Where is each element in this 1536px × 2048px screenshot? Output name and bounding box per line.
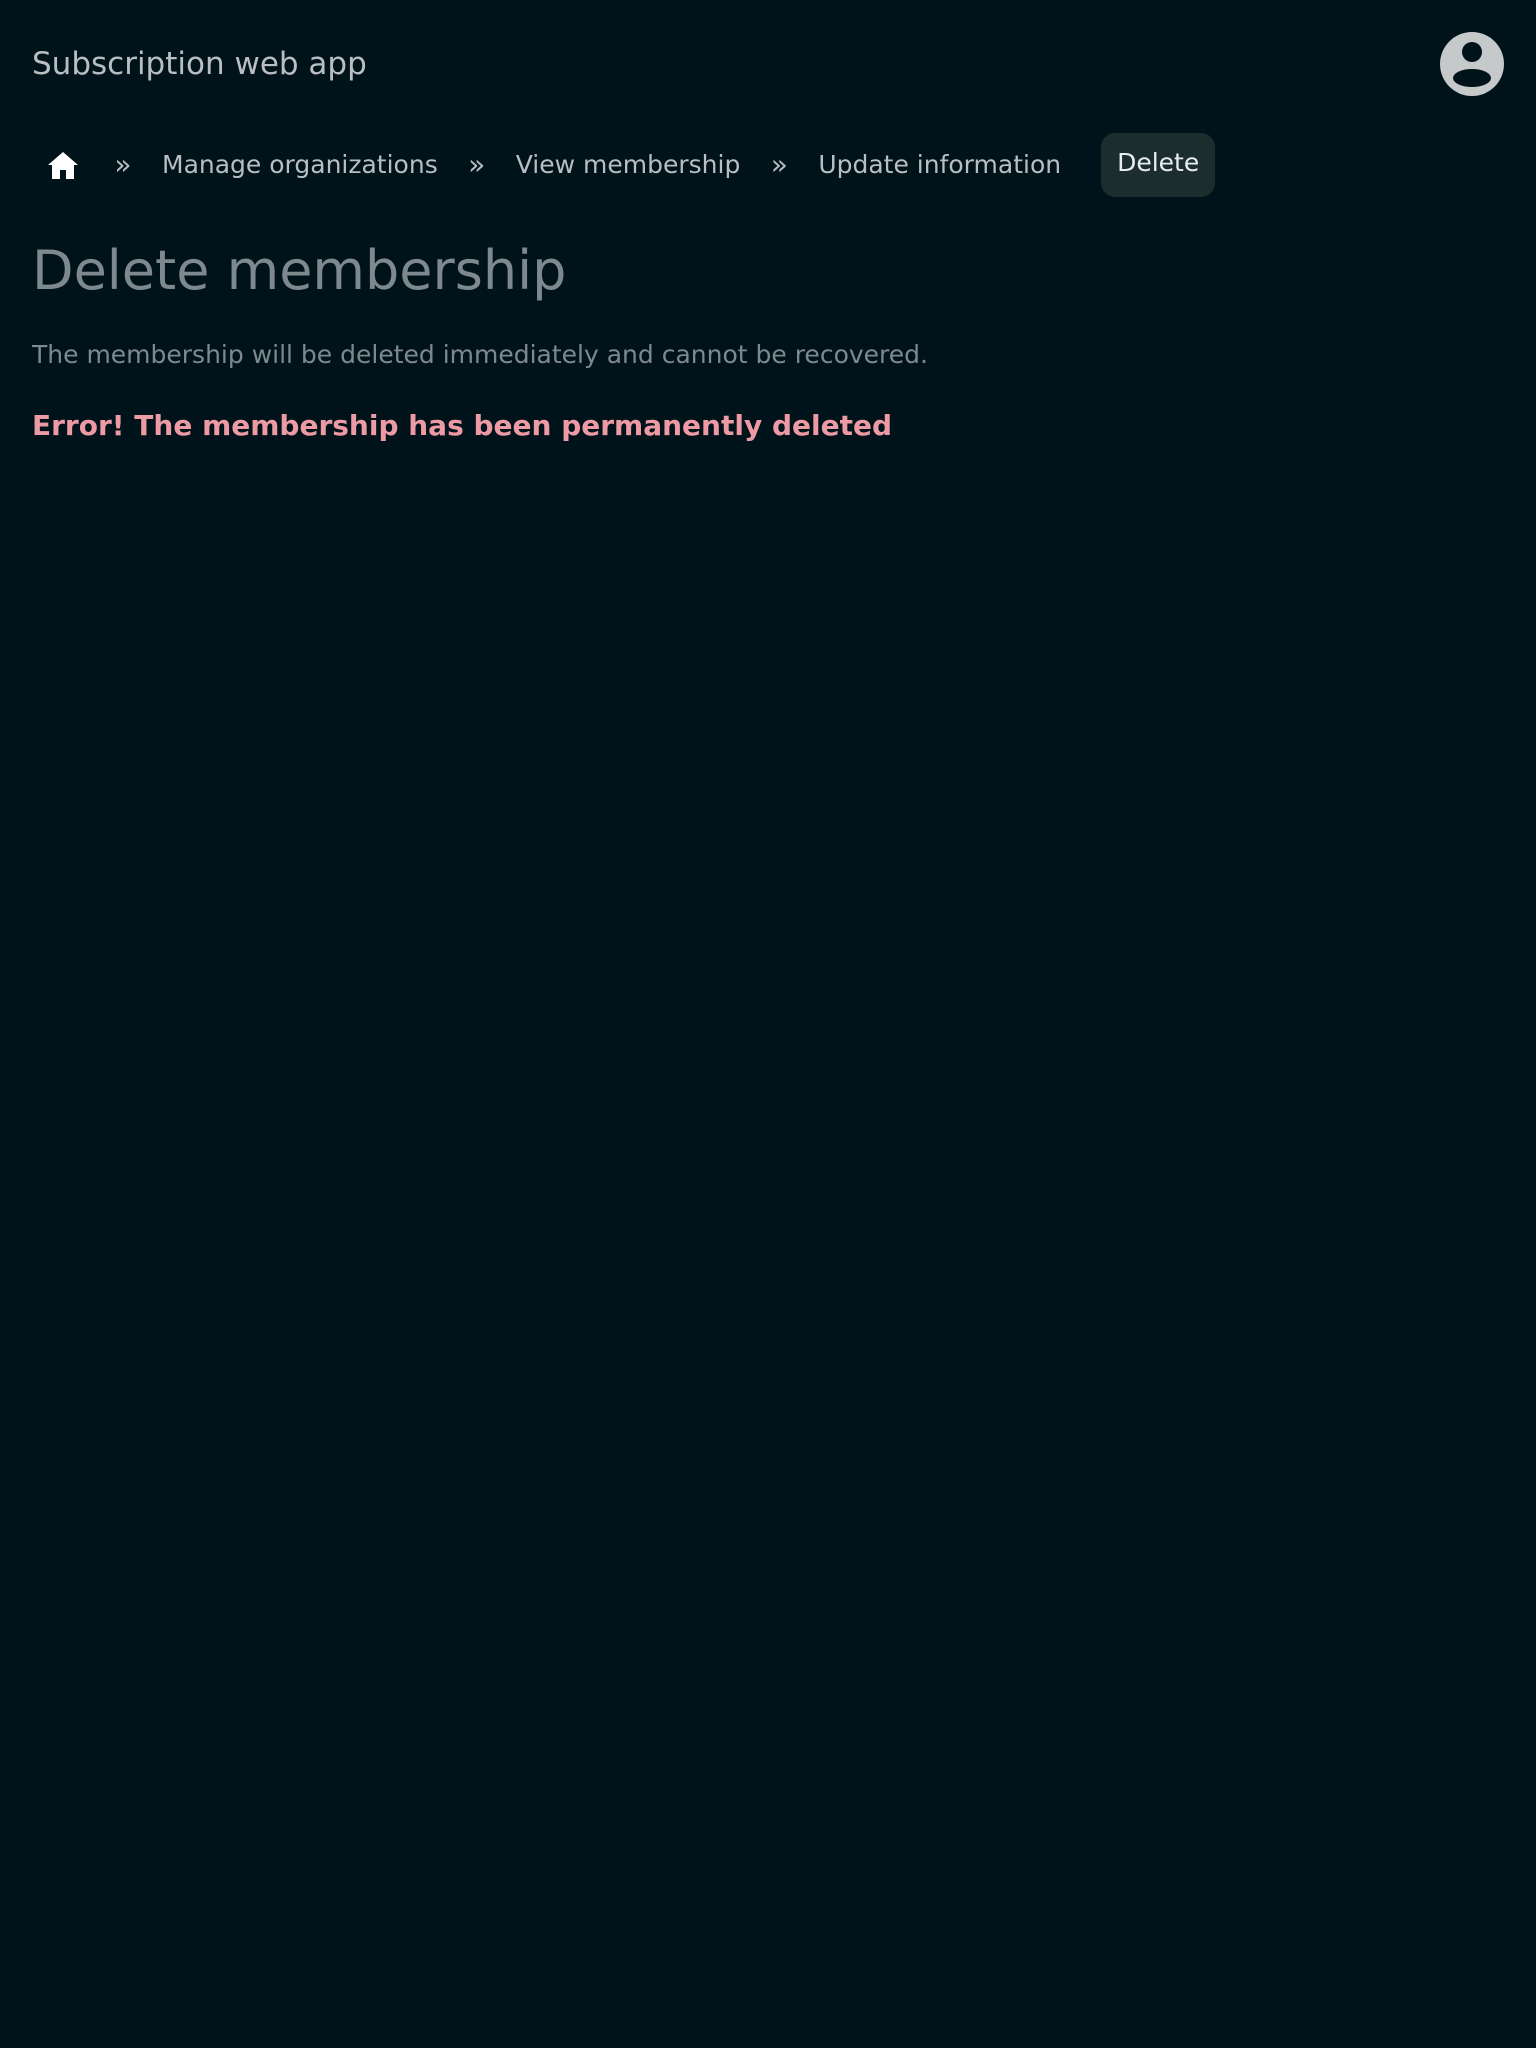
breadcrumb-current-delete[interactable]: Delete xyxy=(1101,133,1216,197)
app-title: Subscription web app xyxy=(32,46,367,82)
user-circle-icon xyxy=(1440,32,1504,96)
breadcrumb-view-membership[interactable]: View membership xyxy=(506,145,751,185)
breadcrumb-home[interactable] xyxy=(32,134,94,196)
breadcrumb-separator: » xyxy=(770,148,788,181)
breadcrumb-manage-organizations[interactable]: Manage organizations xyxy=(152,145,448,185)
breadcrumb-separator: » xyxy=(468,148,486,181)
breadcrumb-update-information[interactable]: Update information xyxy=(808,145,1071,185)
page-title: Delete membership xyxy=(32,239,567,302)
user-avatar-button[interactable] xyxy=(1440,32,1504,96)
delete-description: The membership will be deleted immediate… xyxy=(32,340,928,369)
home-icon xyxy=(48,152,78,179)
error-message: Error! The membership has been permanent… xyxy=(32,409,892,442)
page: Subscription web app » Manage organizati… xyxy=(0,0,1536,2048)
breadcrumb-separator: » xyxy=(114,148,132,181)
breadcrumb: » Manage organizations » View membership… xyxy=(32,132,1216,198)
app-header: Subscription web app xyxy=(0,0,1536,128)
